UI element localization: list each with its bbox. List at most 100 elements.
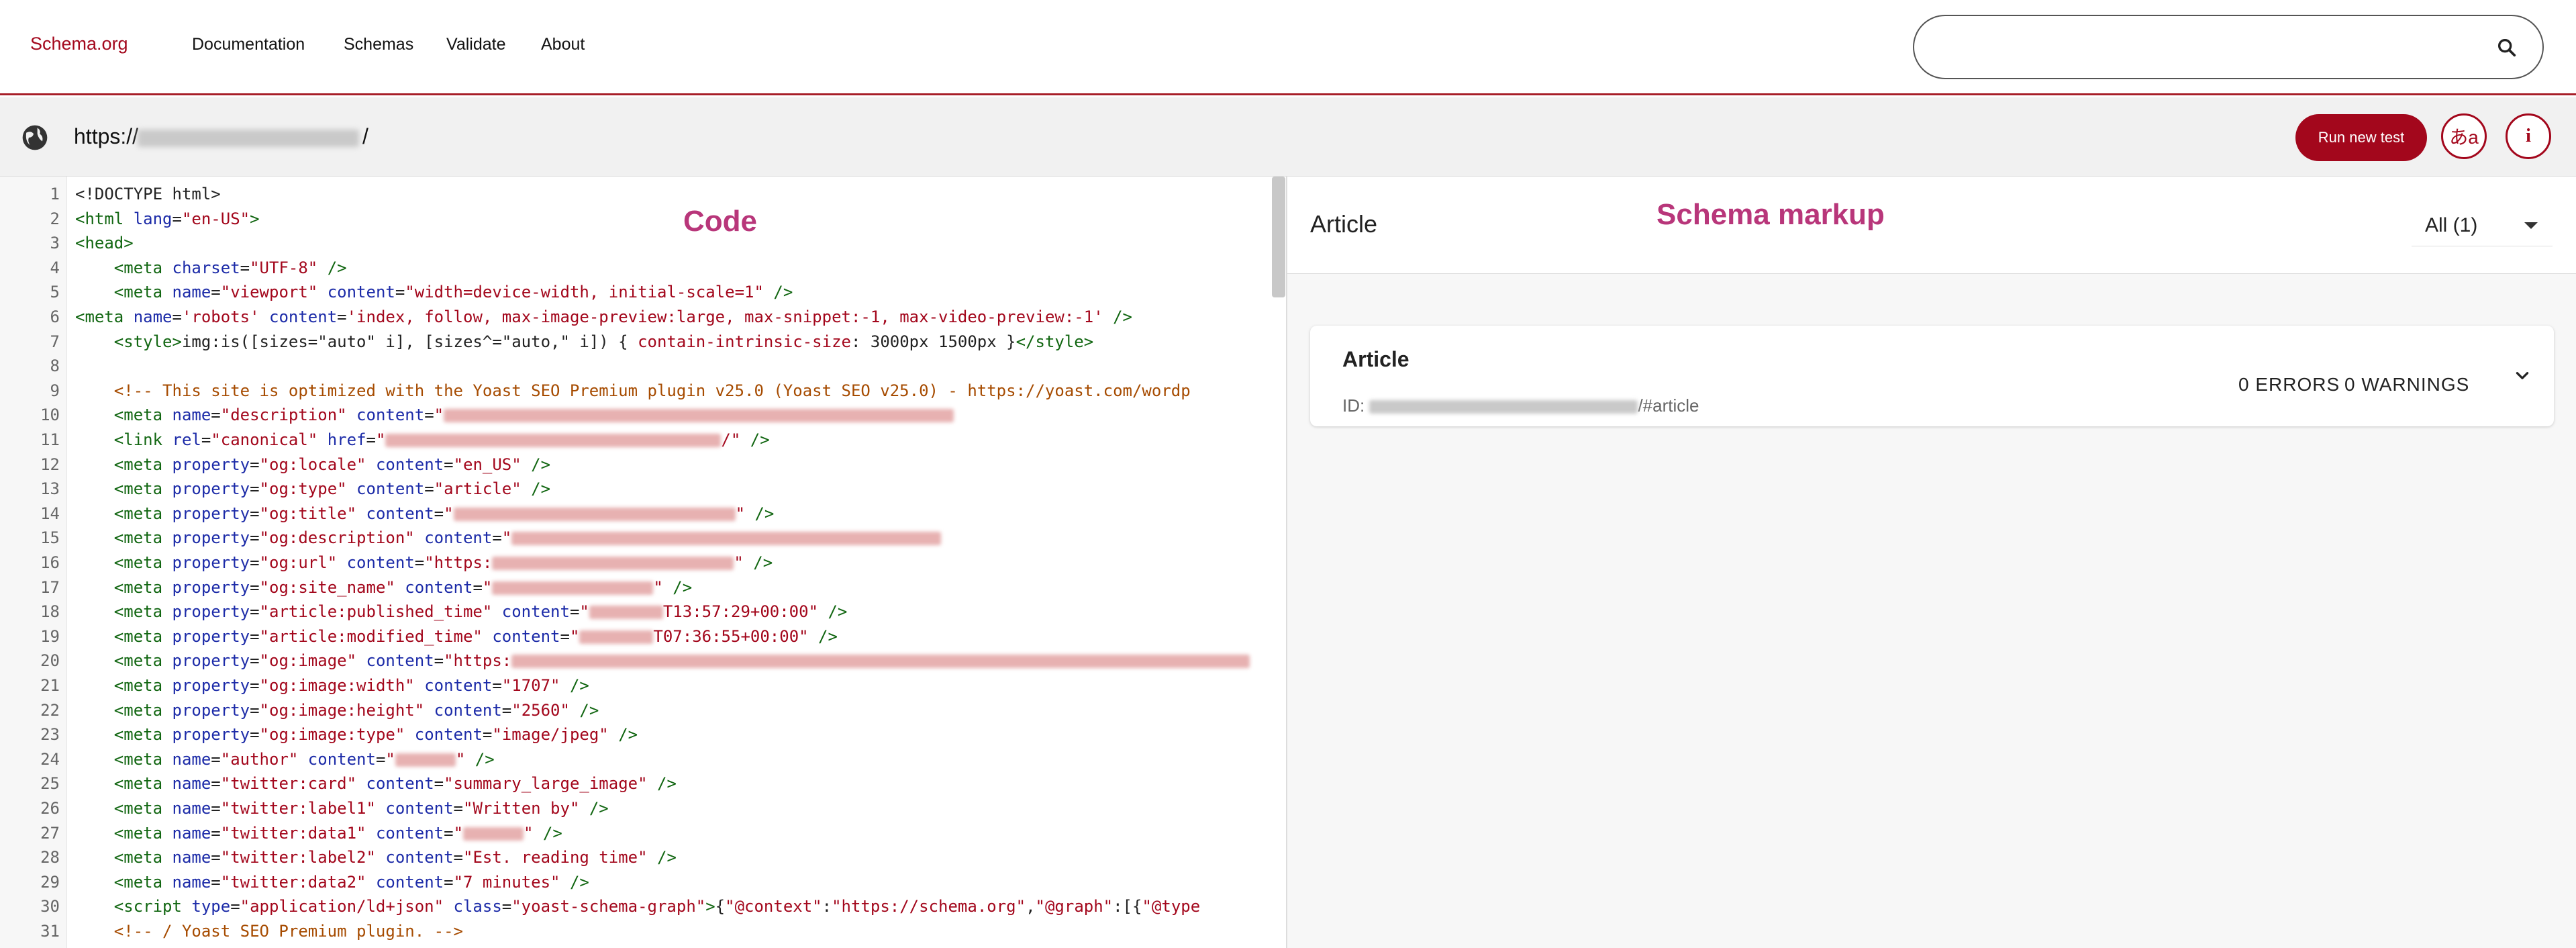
code-token: content bbox=[375, 823, 444, 843]
line-number: 9 bbox=[50, 381, 60, 400]
language-button[interactable]: あa bbox=[2441, 113, 2487, 159]
code-token: /> bbox=[647, 774, 677, 794]
code-token: lang bbox=[133, 209, 172, 228]
code-token: /> bbox=[740, 430, 770, 449]
code-token: name bbox=[133, 307, 172, 326]
nav-link-about[interactable]: About bbox=[541, 35, 585, 54]
code-token: = bbox=[414, 553, 425, 572]
code-token: "og:type" bbox=[259, 479, 347, 499]
code-token: contain-intrinsic-size bbox=[638, 332, 851, 351]
line-number: 25 bbox=[40, 774, 60, 794]
redacted-text bbox=[385, 434, 722, 447]
globe-icon bbox=[22, 125, 48, 150]
code-line: <meta property="og:image:height" content… bbox=[75, 701, 599, 720]
line-number: 15 bbox=[40, 528, 60, 548]
code-token: "og:description" bbox=[259, 528, 415, 548]
line-number: 5 bbox=[50, 283, 60, 302]
nav-link-documentation[interactable]: Documentation bbox=[192, 35, 305, 54]
code-token: = bbox=[453, 848, 463, 867]
code-token: content bbox=[424, 676, 493, 695]
code-line: <meta property="og:image:type" content="… bbox=[75, 725, 638, 744]
code-token: = bbox=[250, 479, 260, 499]
code-token: = bbox=[444, 823, 454, 843]
nav-link-validate[interactable]: Validate bbox=[446, 35, 506, 54]
code-token: /> bbox=[818, 602, 848, 622]
code-token: "og:site_name" bbox=[259, 577, 395, 597]
search-icon[interactable] bbox=[2495, 36, 2518, 59]
code-token: "application/ld+json" bbox=[240, 897, 444, 916]
code-token: content bbox=[366, 774, 434, 794]
code-line: <meta property="og:description" content=… bbox=[75, 528, 942, 548]
code-token: name bbox=[172, 774, 211, 794]
redacted-text bbox=[463, 826, 524, 841]
code-panel-label: Code bbox=[683, 205, 757, 238]
line-number: 31 bbox=[40, 922, 60, 941]
site-logo[interactable]: Schema.org bbox=[30, 34, 128, 54]
code-scrollbar[interactable] bbox=[1272, 177, 1285, 297]
code-token: /> bbox=[317, 258, 347, 277]
code-token: content bbox=[492, 626, 560, 646]
code-token: content bbox=[366, 504, 434, 523]
code-token: "og:image" bbox=[259, 651, 357, 671]
code-token: "author" bbox=[220, 749, 299, 769]
code-token: = bbox=[250, 577, 260, 597]
warnings-count: 0 WARNINGS bbox=[2344, 374, 2470, 395]
code-token: " bbox=[453, 823, 464, 843]
code-token: /> bbox=[745, 504, 775, 523]
code-token: <meta bbox=[113, 258, 172, 277]
code-token: property bbox=[172, 455, 250, 474]
line-number: 29 bbox=[40, 872, 60, 892]
nav-link-schemas[interactable]: Schemas bbox=[344, 35, 413, 54]
code-token: /" bbox=[721, 430, 741, 449]
code-token: "en_US" bbox=[453, 455, 522, 474]
code-token: " bbox=[569, 626, 580, 646]
code-line: <meta name='robots' content='index, foll… bbox=[75, 307, 1132, 326]
search-input[interactable] bbox=[1913, 15, 2544, 79]
code-token: <meta bbox=[113, 479, 172, 499]
schema-panel-header: Article Schema markup All (1) bbox=[1287, 177, 2576, 274]
code-panel[interactable]: 1 2 3 4 5 6 7 8 9 10 11 12 13 14 15 16 17 18 19 20 21 22 23 24 2… bbox=[0, 177, 1287, 948]
code-token: name bbox=[172, 406, 211, 425]
code-token: = bbox=[501, 897, 512, 916]
code-token: <meta bbox=[113, 577, 172, 597]
code-token: = bbox=[211, 848, 221, 867]
url-redacted bbox=[138, 130, 359, 147]
redacted-text bbox=[395, 753, 456, 767]
code-token: /> bbox=[647, 848, 677, 867]
code-token: property bbox=[172, 725, 250, 745]
filter-dropdown[interactable]: All (1) bbox=[2412, 209, 2553, 246]
schema-card-id: ID: /#article bbox=[1342, 395, 1699, 416]
code-token: "@context" bbox=[725, 897, 822, 916]
line-number: 8 bbox=[50, 357, 60, 376]
code-token: 'robots' bbox=[181, 307, 260, 326]
chevron-down-icon[interactable] bbox=[2514, 367, 2531, 385]
code-token: content bbox=[346, 553, 415, 572]
code-line: <!-- / Yoast SEO Premium plugin. --> bbox=[75, 922, 463, 941]
code-token: </style> bbox=[1015, 332, 1094, 351]
code-token: rel bbox=[172, 430, 201, 449]
code-token: T07:36:55+00:00" bbox=[653, 626, 809, 646]
filter-selected-value: All (1) bbox=[2425, 214, 2478, 236]
line-number: 19 bbox=[40, 626, 60, 646]
code-token: <html bbox=[75, 209, 134, 228]
run-new-test-button[interactable]: Run new test bbox=[2295, 114, 2427, 161]
code-token: " bbox=[444, 504, 454, 523]
code-token: = bbox=[240, 258, 250, 277]
code-token: name bbox=[172, 283, 211, 302]
code-token: "7 minutes" bbox=[453, 872, 560, 892]
schema-result-card[interactable]: Article ID: /#article 0 ERRORS 0 WARNING… bbox=[1310, 326, 2554, 426]
code-token: content bbox=[414, 725, 483, 745]
info-button[interactable]: i bbox=[2506, 113, 2551, 159]
code-token: content bbox=[327, 283, 395, 302]
code-line: <meta property="article:published_time" … bbox=[75, 602, 848, 622]
code-line: <meta property="og:site_name" content=" "… bbox=[75, 578, 692, 597]
